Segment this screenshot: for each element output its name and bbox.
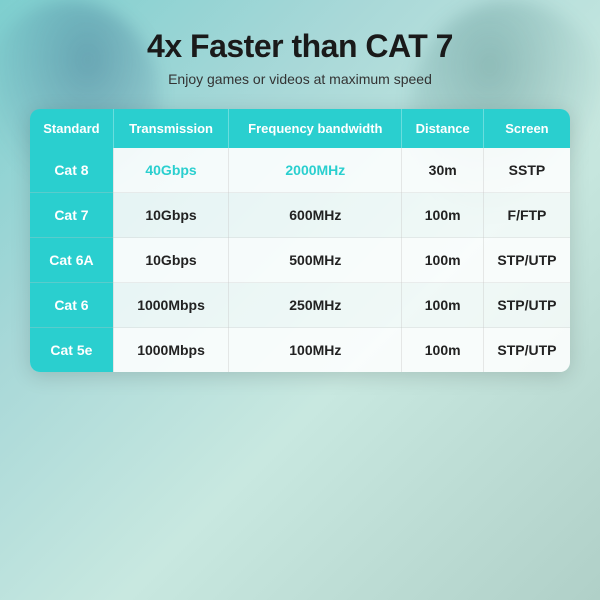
main-title: 4x Faster than CAT 7 <box>147 28 453 65</box>
table-row: Cat 5e1000Mbps100MHz100mSTP/UTP <box>30 328 570 373</box>
cell-screen: STP/UTP <box>483 328 570 373</box>
cell-distance: 30m <box>402 148 483 193</box>
cell-standard: Cat 6A <box>30 238 113 283</box>
col-header-frequency: Frequency bandwidth <box>229 109 402 148</box>
table-header-row: Standard Transmission Frequency bandwidt… <box>30 109 570 148</box>
col-header-distance: Distance <box>402 109 483 148</box>
cell-transmission: 1000Mbps <box>113 283 228 328</box>
cell-frequency: 2000MHz <box>229 148 402 193</box>
comparison-table-wrapper: Standard Transmission Frequency bandwidt… <box>30 109 570 372</box>
table-row: Cat 6A10Gbps500MHz100mSTP/UTP <box>30 238 570 283</box>
cell-screen: SSTP <box>483 148 570 193</box>
cell-distance: 100m <box>402 283 483 328</box>
table-row: Cat 840Gbps2000MHz30mSSTP <box>30 148 570 193</box>
cell-screen: STP/UTP <box>483 283 570 328</box>
cell-transmission: 1000Mbps <box>113 328 228 373</box>
col-header-screen: Screen <box>483 109 570 148</box>
subtitle: Enjoy games or videos at maximum speed <box>168 71 432 87</box>
cell-transmission: 10Gbps <box>113 193 228 238</box>
cell-screen: F/FTP <box>483 193 570 238</box>
table-row: Cat 710Gbps600MHz100mF/FTP <box>30 193 570 238</box>
table-row: Cat 61000Mbps250MHz100mSTP/UTP <box>30 283 570 328</box>
comparison-table: Standard Transmission Frequency bandwidt… <box>30 109 570 372</box>
cell-transmission: 10Gbps <box>113 238 228 283</box>
cell-frequency: 250MHz <box>229 283 402 328</box>
cell-screen: STP/UTP <box>483 238 570 283</box>
cell-distance: 100m <box>402 238 483 283</box>
cell-frequency: 600MHz <box>229 193 402 238</box>
cell-transmission: 40Gbps <box>113 148 228 193</box>
content-area: 4x Faster than CAT 7 Enjoy games or vide… <box>0 0 600 600</box>
cell-standard: Cat 8 <box>30 148 113 193</box>
cell-standard: Cat 6 <box>30 283 113 328</box>
cell-distance: 100m <box>402 328 483 373</box>
cell-standard: Cat 7 <box>30 193 113 238</box>
cell-standard: Cat 5e <box>30 328 113 373</box>
cell-frequency: 100MHz <box>229 328 402 373</box>
col-header-standard: Standard <box>30 109 113 148</box>
col-header-transmission: Transmission <box>113 109 228 148</box>
cell-distance: 100m <box>402 193 483 238</box>
cell-frequency: 500MHz <box>229 238 402 283</box>
